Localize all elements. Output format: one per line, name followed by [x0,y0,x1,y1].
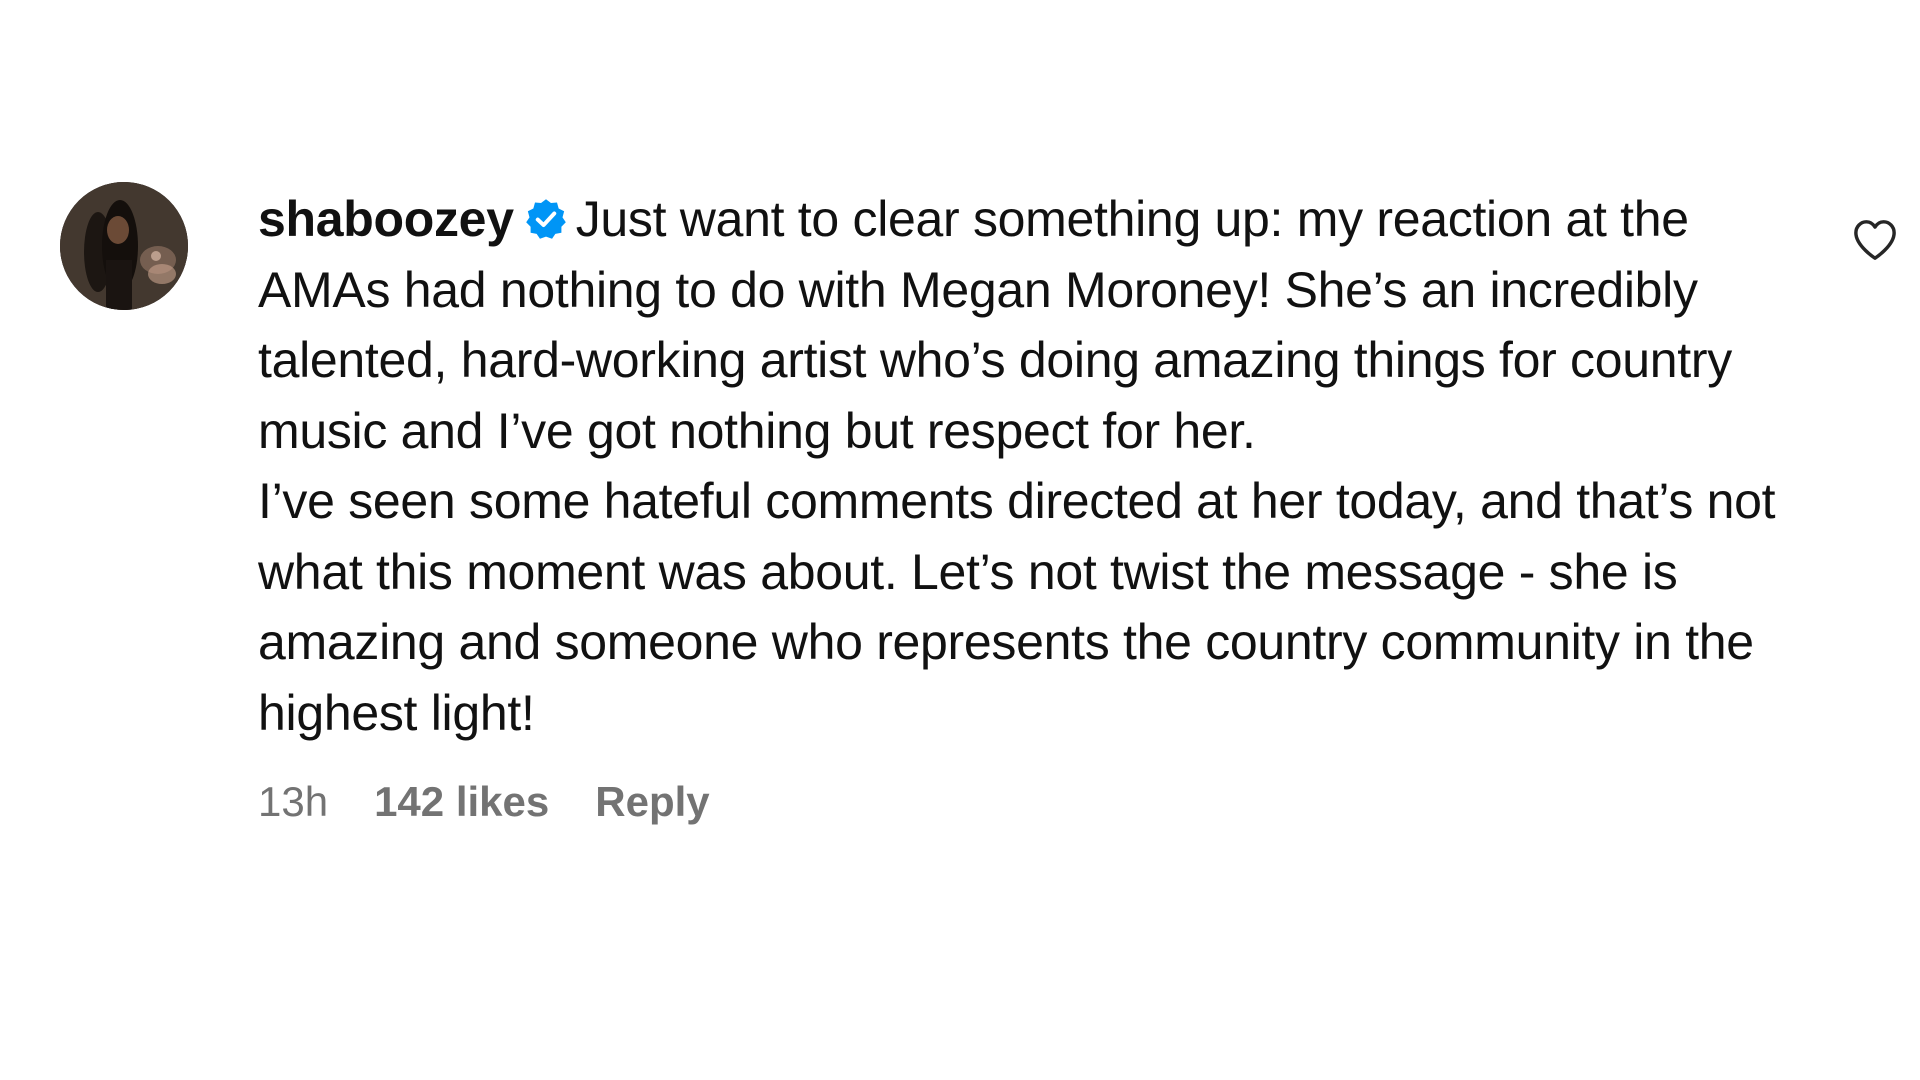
comment-text: shaboozey Just want to clear something u… [258,184,1778,748]
avatar-image [60,182,188,310]
comment-body: shaboozey Just want to clear something u… [258,184,1778,826]
reply-button[interactable]: Reply [595,778,709,826]
username[interactable]: shaboozey [258,191,514,247]
comment: shaboozey Just want to clear something u… [0,0,1920,1080]
heart-outline-icon[interactable] [1852,218,1898,262]
comment-timestamp[interactable]: 13h [258,778,328,826]
comment-paragraph-2: I’ve seen some hateful comments directed… [258,473,1776,741]
verified-badge-icon [525,199,566,239]
comment-meta: 13h 142 likes Reply [258,778,1778,826]
avatar[interactable] [60,182,188,310]
likes-count[interactable]: 142 likes [374,778,549,826]
